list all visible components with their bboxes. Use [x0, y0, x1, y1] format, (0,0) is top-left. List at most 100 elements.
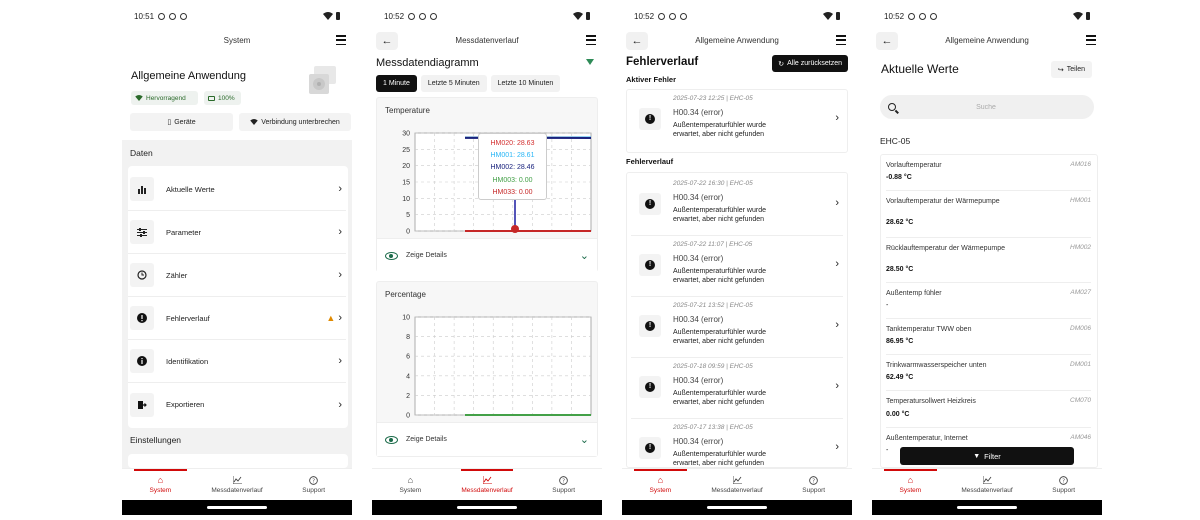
tooltip-line: HM003: 0.00	[492, 176, 533, 184]
show-details-toggle[interactable]: Zeige Details ⌄	[377, 238, 597, 272]
nav-tab-messdatenverlauf[interactable]: Messdatenverlauf	[449, 469, 526, 500]
error-code: H00.34 (error)	[673, 376, 724, 385]
value-row[interactable]: Rücklauftemperatur der Wärmepumpe 28.50 …	[886, 238, 1091, 283]
value-name: Vorlauftemperatur der Wärmepumpe	[886, 198, 1000, 205]
info-icon	[130, 349, 154, 373]
value-reading: 28.62 °C	[886, 219, 914, 226]
nav-tab-system[interactable]: ⌂ System	[622, 469, 699, 500]
sync-icon	[430, 12, 438, 20]
tab-10-minutes[interactable]: Letzte 10 Minuten	[490, 75, 561, 92]
time-range-tabs: 1 Minute Letzte 5 Minuten Letzte 10 Minu…	[376, 75, 561, 92]
tooltip-line: HM001: 28.61	[490, 152, 535, 160]
nav-tab-system[interactable]: ⌂ System	[122, 469, 199, 500]
error-entry[interactable]: ! 2025-07-22 11:07 | EHC-05 H00.34 (erro…	[631, 236, 843, 297]
chevron-right-icon: ›	[338, 183, 342, 195]
nav-tab-support[interactable]: ? Support	[525, 469, 602, 500]
value-code: CM070	[1070, 397, 1091, 404]
devices-button[interactable]: ▯ Geräte	[130, 113, 233, 131]
nav-tab-messdatenverlauf[interactable]: Messdatenverlauf	[699, 469, 776, 500]
nav-tab-support[interactable]: ? Support	[775, 469, 852, 500]
value-row[interactable]: Temperatursollwert Heizkreis 0.00 °C CM0…	[886, 391, 1091, 428]
help-icon: ?	[309, 475, 319, 485]
nav-tab-support[interactable]: ? Support	[275, 469, 352, 500]
page-title: Messdatendiagramm	[376, 57, 479, 69]
show-details-toggle[interactable]: Zeige Details ⌄	[377, 422, 597, 456]
y-tick-label: 4	[406, 373, 410, 380]
value-row[interactable]: Tanktemperatur TWW oben 86.95 °C DM006	[886, 319, 1091, 355]
filter-icon[interactable]	[586, 59, 594, 65]
disconnect-button[interactable]: Verbindung unterbrechen	[239, 113, 351, 131]
battery-status-badge: 100%	[204, 91, 241, 105]
reset-all-label: Alle zurücksetzen	[787, 60, 842, 67]
percentage-chart[interactable]: 0 2 4 6 8 10	[377, 308, 597, 418]
share-button[interactable]: ↪ Teilen	[1050, 61, 1092, 78]
chevron-down-icon: ⌄	[579, 434, 589, 446]
menu-item-fehlerverlauf[interactable]: Fehlerverlauf ▲ ›	[128, 297, 346, 340]
alert-circle-icon: !	[639, 437, 661, 459]
filter-icon: ▼	[973, 452, 981, 460]
menu-button[interactable]	[584, 34, 598, 46]
error-entry[interactable]: ! 2025-07-23 12:25 | EHC-05 H00.34 (erro…	[631, 90, 843, 151]
tooltip-line: HM002: 28.46	[490, 164, 535, 172]
y-tick-label: 25	[402, 147, 410, 154]
chevron-right-icon: ›	[338, 398, 342, 411]
chart-icon	[232, 476, 242, 485]
nav-tab-support[interactable]: ? Support	[1025, 469, 1102, 500]
menu-button[interactable]	[1084, 34, 1098, 46]
menu-item-zaehler[interactable]: Zähler ›	[128, 254, 346, 297]
share-icon: ↪	[1057, 66, 1064, 74]
error-history-card: ! 2025-07-22 16:30 | EHC-05 H00.34 (erro…	[626, 172, 848, 468]
alert-circle-icon: !	[639, 376, 661, 398]
value-code: AM046	[1070, 434, 1091, 441]
menu-item-exportieren[interactable]: Exportieren ›	[128, 383, 346, 426]
alert-circle-icon: !	[639, 193, 661, 215]
y-tick-label: 15	[402, 180, 410, 187]
chart-tooltip: HM020: 28.63 HM001: 28.61 HM002: 28.46 H…	[478, 133, 547, 200]
tab-5-minutes[interactable]: Letzte 5 Minuten	[420, 75, 487, 92]
value-row[interactable]: Vorlauftemperatur der Wärmepumpe 28.62 °…	[886, 191, 1091, 238]
menu-button[interactable]	[834, 34, 848, 46]
value-name: Tanktemperatur TWW oben	[886, 326, 972, 333]
error-date: 2025-07-23 12:25 | EHC-05	[673, 95, 753, 102]
app-bar: ← Allgemeine Anwendung	[622, 30, 852, 52]
app-bar: ← Messdatenverlauf	[372, 30, 602, 52]
value-reading: 0.00 °C	[886, 411, 910, 418]
value-row[interactable]: Vorlauftemperatur -0.88 °C AM016	[886, 155, 1091, 191]
sliders-icon	[130, 220, 154, 244]
battery-icon	[586, 12, 590, 20]
help-icon: ?	[1059, 475, 1069, 485]
error-code: H00.34 (error)	[673, 193, 724, 202]
devices-button-label: Geräte	[174, 118, 196, 126]
error-description: Außentemperaturfühler wurde erwartet, ab…	[673, 329, 766, 345]
svg-text:?: ?	[312, 478, 315, 484]
value-row[interactable]: Trinkwarmwasserspeicher unten 62.49 °C D…	[886, 355, 1091, 391]
menu-item-aktuelle-werte[interactable]: Aktuelle Werte ›	[128, 168, 346, 211]
menu-item-label: Fehlerverlauf	[166, 313, 210, 323]
y-tick-label: 2	[406, 393, 410, 400]
svg-text:?: ?	[812, 478, 815, 484]
nav-tab-messdatenverlauf[interactable]: Messdatenverlauf	[949, 469, 1026, 500]
error-entry[interactable]: ! 2025-07-18 09:59 | EHC-05 H00.34 (erro…	[631, 358, 843, 419]
chart-icon	[732, 476, 742, 485]
y-tick-label: 5	[406, 212, 410, 219]
error-entry[interactable]: ! 2025-07-22 16:30 | EHC-05 H00.34 (erro…	[631, 175, 843, 236]
menu-button[interactable]	[334, 34, 348, 46]
search-input[interactable]	[896, 103, 1076, 111]
tooltip-line: HM020: 28.63	[490, 140, 535, 147]
error-history-heading: Fehlerverlauf	[626, 157, 674, 166]
menu-item-identifikation[interactable]: Identifikation ›	[128, 340, 346, 383]
reset-all-button[interactable]: ↻ Alle zurücksetzen	[772, 55, 848, 72]
menu-item-parameter[interactable]: Parameter ›	[128, 211, 346, 254]
filter-button[interactable]: ▼ Filter	[900, 447, 1074, 465]
nav-tab-messdatenverlauf[interactable]: Messdatenverlauf	[199, 469, 276, 500]
value-row[interactable]: Außentemp fühler - AM027	[886, 283, 1091, 319]
nav-tab-system[interactable]: ⌂ System	[372, 469, 449, 500]
screen-aktuelle-werte: 10:52 ← Allgemeine Anwendung Aktuelle We…	[872, 0, 1102, 515]
error-entry[interactable]: ! 2025-07-21 13:52 | EHC-05 H00.34 (erro…	[631, 297, 843, 358]
tab-1-minute[interactable]: 1 Minute	[376, 75, 417, 92]
help-icon: ?	[559, 475, 569, 485]
share-button-label: Teilen	[1066, 66, 1085, 73]
sync-icon	[930, 12, 938, 20]
y-tick-label: 0	[406, 229, 410, 235]
nav-tab-system[interactable]: ⌂ System	[872, 469, 949, 500]
